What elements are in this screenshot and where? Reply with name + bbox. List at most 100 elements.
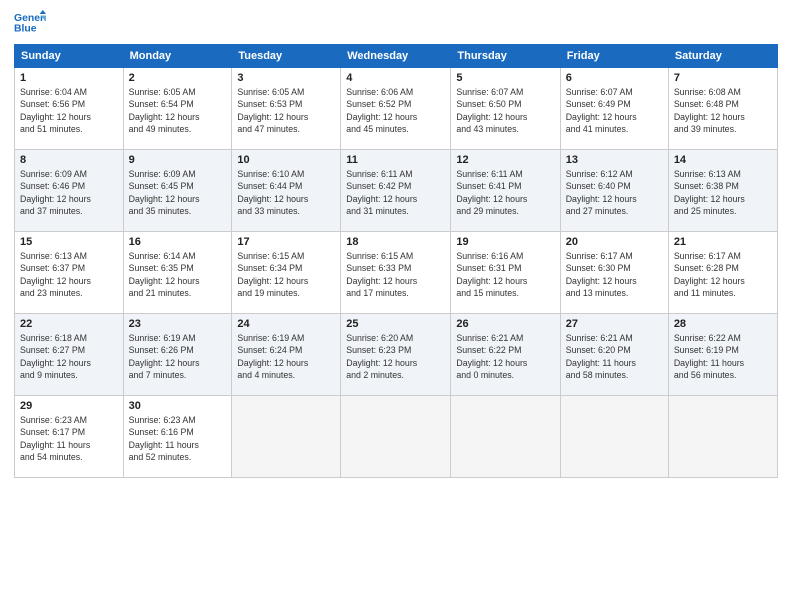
- logo: General Blue: [14, 10, 49, 38]
- day-cell: 18 Sunrise: 6:15 AMSunset: 6:33 PMDayligh…: [341, 232, 451, 314]
- day-info: Sunrise: 6:11 AMSunset: 6:41 PMDaylight:…: [456, 168, 554, 217]
- day-cell: 29Sunrise: 6:23 AMSunset: 6:17 PMDayligh…: [15, 396, 124, 478]
- day-number: 27: [566, 318, 663, 330]
- day-cell: 6 Sunrise: 6:07 AMSunset: 6:49 PMDaylight…: [560, 68, 668, 150]
- day-number: 6: [566, 72, 663, 84]
- day-cell: 21Sunrise: 6:17 AMSunset: 6:28 PMDayligh…: [668, 232, 777, 314]
- day-number: 7: [674, 72, 772, 84]
- day-info: Sunrise: 6:21 AMSunset: 6:20 PMDaylight:…: [566, 332, 663, 381]
- header-day-tuesday: Tuesday: [232, 45, 341, 68]
- calendar-table: SundayMondayTuesdayWednesdayThursdayFrid…: [14, 44, 778, 478]
- day-info: Sunrise: 6:12 AMSunset: 6:40 PMDaylight:…: [566, 168, 663, 217]
- day-cell: 17 Sunrise: 6:15 AMSunset: 6:34 PMDayligh…: [232, 232, 341, 314]
- day-number: 3: [237, 72, 335, 84]
- day-cell: 26Sunrise: 6:21 AMSunset: 6:22 PMDayligh…: [451, 314, 560, 396]
- day-number: 20: [566, 236, 663, 248]
- day-cell: 5 Sunrise: 6:07 AMSunset: 6:50 PMDaylight…: [451, 68, 560, 150]
- header-day-sunday: Sunday: [15, 45, 124, 68]
- day-cell: 20 Sunrise: 6:17 AMSunset: 6:30 PMDayligh…: [560, 232, 668, 314]
- day-cell: 10 Sunrise: 6:10 AMSunset: 6:44 PMDayligh…: [232, 150, 341, 232]
- day-number: 1: [20, 72, 118, 84]
- calendar-header: SundayMondayTuesdayWednesdayThursdayFrid…: [15, 45, 778, 68]
- day-number: 16: [129, 236, 227, 248]
- week-row-1: 1 Sunrise: 6:04 AMSunset: 6:56 PMDaylight…: [15, 68, 778, 150]
- day-info: Sunrise: 6:19 AMSunset: 6:24 PMDaylight:…: [237, 332, 335, 381]
- day-number: 10: [237, 154, 335, 166]
- day-cell: 2 Sunrise: 6:05 AMSunset: 6:54 PMDaylight…: [123, 68, 232, 150]
- day-cell: [341, 396, 451, 478]
- day-info: Sunrise: 6:19 AMSunset: 6:26 PMDaylight:…: [129, 332, 227, 381]
- day-info: Sunrise: 6:04 AMSunset: 6:56 PMDaylight:…: [20, 86, 118, 135]
- week-row-2: 8 Sunrise: 6:09 AMSunset: 6:46 PMDaylight…: [15, 150, 778, 232]
- day-info: Sunrise: 6:11 AMSunset: 6:42 PMDaylight:…: [346, 168, 445, 217]
- day-info: Sunrise: 6:23 AMSunset: 6:16 PMDaylight:…: [129, 414, 227, 463]
- header: General Blue: [14, 10, 778, 38]
- day-cell: 12 Sunrise: 6:11 AMSunset: 6:41 PMDayligh…: [451, 150, 560, 232]
- header-day-wednesday: Wednesday: [341, 45, 451, 68]
- day-info: Sunrise: 6:22 AMSunset: 6:19 PMDaylight:…: [674, 332, 772, 381]
- day-info: Sunrise: 6:05 AMSunset: 6:54 PMDaylight:…: [129, 86, 227, 135]
- day-cell: 14Sunrise: 6:13 AMSunset: 6:38 PMDayligh…: [668, 150, 777, 232]
- day-cell: 11Sunrise: 6:11 AMSunset: 6:42 PMDayligh…: [341, 150, 451, 232]
- day-info: Sunrise: 6:21 AMSunset: 6:22 PMDaylight:…: [456, 332, 554, 381]
- day-number: 12: [456, 154, 554, 166]
- day-info: Sunrise: 6:14 AMSunset: 6:35 PMDaylight:…: [129, 250, 227, 299]
- week-row-4: 22Sunrise: 6:18 AMSunset: 6:27 PMDayligh…: [15, 314, 778, 396]
- day-number: 2: [129, 72, 227, 84]
- day-number: 30: [129, 400, 227, 412]
- day-cell: 22Sunrise: 6:18 AMSunset: 6:27 PMDayligh…: [15, 314, 124, 396]
- day-info: Sunrise: 6:13 AMSunset: 6:38 PMDaylight:…: [674, 168, 772, 217]
- day-info: Sunrise: 6:15 AMSunset: 6:34 PMDaylight:…: [237, 250, 335, 299]
- day-info: Sunrise: 6:07 AMSunset: 6:50 PMDaylight:…: [456, 86, 554, 135]
- day-cell: 25 Sunrise: 6:20 AMSunset: 6:23 PMDayligh…: [341, 314, 451, 396]
- day-cell: 15 Sunrise: 6:13 AMSunset: 6:37 PMDayligh…: [15, 232, 124, 314]
- day-info: Sunrise: 6:18 AMSunset: 6:27 PMDaylight:…: [20, 332, 118, 381]
- day-info: Sunrise: 6:09 AMSunset: 6:46 PMDaylight:…: [20, 168, 118, 217]
- day-number: 17: [237, 236, 335, 248]
- day-cell: 13 Sunrise: 6:12 AMSunset: 6:40 PMDayligh…: [560, 150, 668, 232]
- day-number: 25: [346, 318, 445, 330]
- header-day-saturday: Saturday: [668, 45, 777, 68]
- header-row: SundayMondayTuesdayWednesdayThursdayFrid…: [15, 45, 778, 68]
- day-info: Sunrise: 6:05 AMSunset: 6:53 PMDaylight:…: [237, 86, 335, 135]
- day-info: Sunrise: 6:17 AMSunset: 6:30 PMDaylight:…: [566, 250, 663, 299]
- day-number: 28: [674, 318, 772, 330]
- day-info: Sunrise: 6:16 AMSunset: 6:31 PMDaylight:…: [456, 250, 554, 299]
- week-row-5: 29Sunrise: 6:23 AMSunset: 6:17 PMDayligh…: [15, 396, 778, 478]
- svg-text:Blue: Blue: [14, 24, 37, 35]
- day-number: 24: [237, 318, 335, 330]
- day-number: 5: [456, 72, 554, 84]
- day-info: Sunrise: 6:15 AMSunset: 6:33 PMDaylight:…: [346, 250, 445, 299]
- day-cell: [668, 396, 777, 478]
- day-cell: 3 Sunrise: 6:05 AMSunset: 6:53 PMDaylight…: [232, 68, 341, 150]
- day-number: 18: [346, 236, 445, 248]
- day-cell: 1 Sunrise: 6:04 AMSunset: 6:56 PMDaylight…: [15, 68, 124, 150]
- day-cell: [451, 396, 560, 478]
- day-cell: [560, 396, 668, 478]
- day-info: Sunrise: 6:13 AMSunset: 6:37 PMDaylight:…: [20, 250, 118, 299]
- day-number: 4: [346, 72, 445, 84]
- day-number: 21: [674, 236, 772, 248]
- day-cell: 23Sunrise: 6:19 AMSunset: 6:26 PMDayligh…: [123, 314, 232, 396]
- day-cell: [232, 396, 341, 478]
- day-info: Sunrise: 6:08 AMSunset: 6:48 PMDaylight:…: [674, 86, 772, 135]
- day-info: Sunrise: 6:09 AMSunset: 6:45 PMDaylight:…: [129, 168, 227, 217]
- day-cell: 7 Sunrise: 6:08 AMSunset: 6:48 PMDaylight…: [668, 68, 777, 150]
- day-cell: 4 Sunrise: 6:06 AMSunset: 6:52 PMDaylight…: [341, 68, 451, 150]
- day-info: Sunrise: 6:20 AMSunset: 6:23 PMDaylight:…: [346, 332, 445, 381]
- day-info: Sunrise: 6:06 AMSunset: 6:52 PMDaylight:…: [346, 86, 445, 135]
- logo-icon: General Blue: [14, 10, 46, 38]
- svg-text:General: General: [14, 13, 46, 24]
- day-info: Sunrise: 6:07 AMSunset: 6:49 PMDaylight:…: [566, 86, 663, 135]
- calendar-container: General Blue SundayMondayTuesdayWednesda…: [0, 0, 792, 612]
- day-cell: 8 Sunrise: 6:09 AMSunset: 6:46 PMDaylight…: [15, 150, 124, 232]
- day-number: 8: [20, 154, 118, 166]
- week-row-3: 15 Sunrise: 6:13 AMSunset: 6:37 PMDayligh…: [15, 232, 778, 314]
- header-day-monday: Monday: [123, 45, 232, 68]
- day-number: 19: [456, 236, 554, 248]
- header-day-friday: Friday: [560, 45, 668, 68]
- day-info: Sunrise: 6:10 AMSunset: 6:44 PMDaylight:…: [237, 168, 335, 217]
- day-cell: 27 Sunrise: 6:21 AMSunset: 6:20 PMDayligh…: [560, 314, 668, 396]
- day-number: 15: [20, 236, 118, 248]
- day-number: 13: [566, 154, 663, 166]
